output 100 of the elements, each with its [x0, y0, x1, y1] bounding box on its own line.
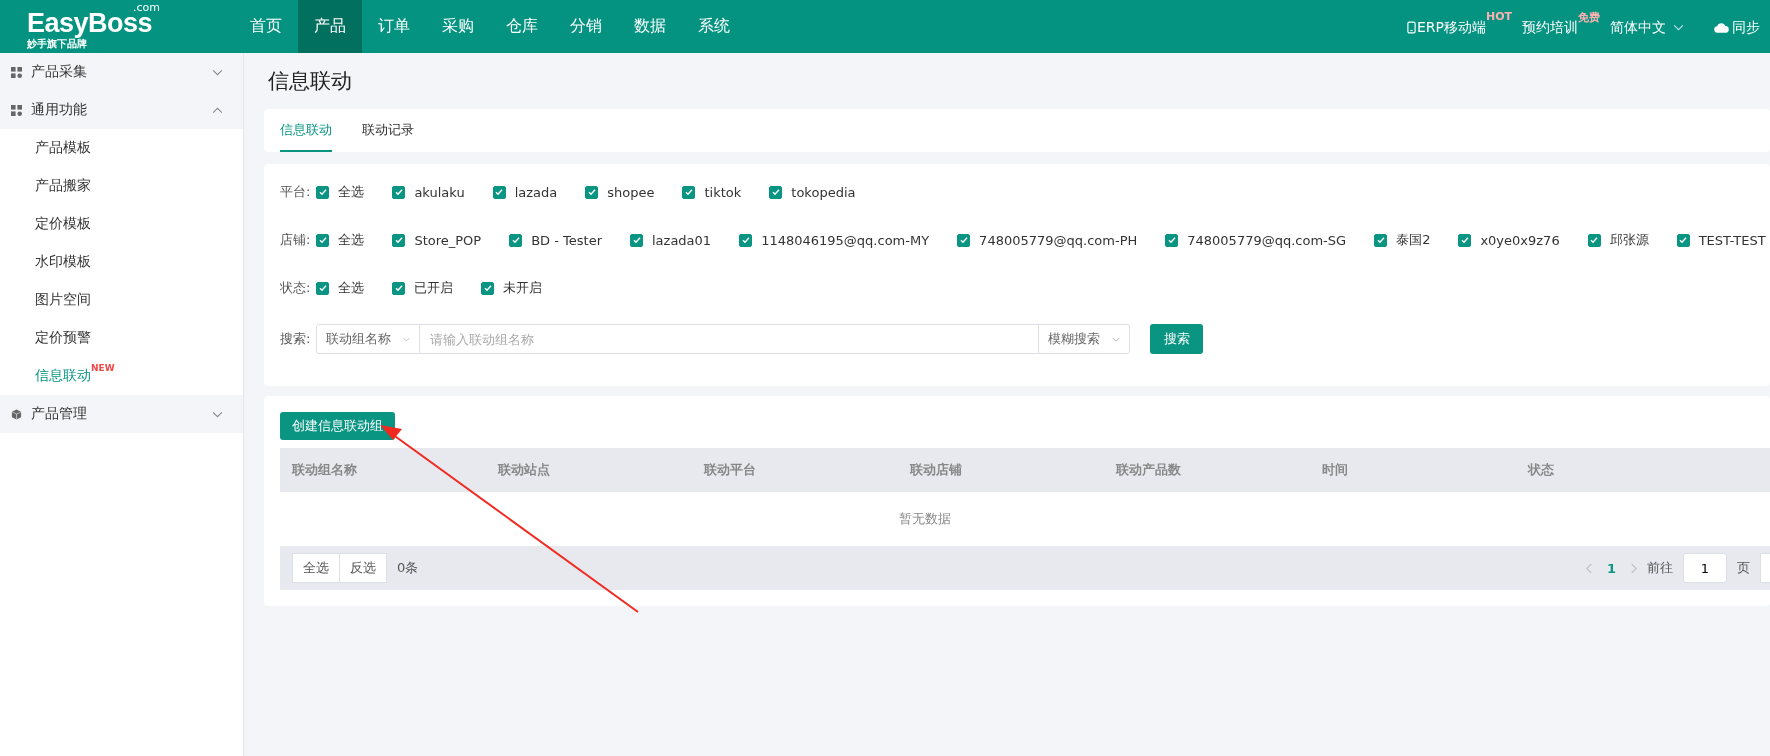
chevron-up-icon — [212, 106, 223, 114]
checkbox[interactable] — [1165, 233, 1179, 247]
option-label: 748005779@qq.com-PH — [979, 232, 1138, 248]
filter-label: 搜索: — [280, 330, 311, 348]
checkbox[interactable] — [509, 233, 523, 247]
nav-tab[interactable]: 产品 — [298, 0, 362, 53]
option-label: 未开启 — [503, 279, 543, 297]
option-label: TEST-TEST — [1698, 232, 1766, 248]
option-label: shopee — [607, 184, 655, 200]
option-label: x0ye0x9z76 — [1480, 232, 1560, 248]
invert-selection-button[interactable]: 反选 — [340, 553, 387, 583]
nav-tab[interactable]: 采购 — [426, 0, 490, 53]
filter-label: 店铺: — [280, 231, 311, 249]
option-label: 全选 — [338, 279, 365, 297]
nav-tab[interactable]: 订单 — [362, 0, 426, 53]
checkbox[interactable] — [1587, 233, 1601, 247]
column-header: 联动平台 — [704, 461, 757, 479]
sidebar-item[interactable]: 水印模板 — [35, 253, 91, 271]
filter-label: 平台: — [280, 183, 311, 201]
option-label: akulaku — [414, 184, 465, 200]
option-label: 1148046195@qq.com-MY — [761, 232, 930, 248]
page-number[interactable]: 1 — [1606, 560, 1616, 576]
select-all-button[interactable]: 全选 — [292, 553, 340, 583]
grid-icon — [11, 66, 22, 78]
sidebar-item[interactable]: 定价预警 — [35, 329, 91, 347]
option-label: lazada01 — [652, 232, 712, 248]
mobile-link[interactable]: ERP移动端 — [1416, 18, 1486, 37]
checkbox[interactable] — [769, 185, 783, 199]
column-header: 联动店铺 — [910, 461, 963, 479]
checkbox[interactable] — [492, 185, 506, 199]
checkbox[interactable] — [630, 233, 643, 247]
sidebar-item[interactable]: 图片空间 — [35, 291, 91, 309]
column-header: 联动站点 — [498, 461, 551, 479]
logo-suffix: .com — [133, 2, 160, 13]
tab[interactable]: 联动记录 — [362, 109, 414, 152]
checkbox[interactable] — [316, 233, 330, 247]
option-label: 泰国2 — [1396, 231, 1431, 249]
option-label: Store_POP — [414, 232, 482, 248]
sidebar-group[interactable]: 通用功能 — [0, 91, 243, 129]
new-label: NEW — [91, 363, 115, 373]
checkbox[interactable] — [957, 233, 971, 247]
option-label: 全选 — [338, 231, 365, 249]
filter-label: 状态: — [280, 279, 311, 297]
language-select[interactable]: 简体中文 — [1610, 18, 1666, 37]
logo[interactable]: .com EasyBoss 妙手旗下品牌 — [27, 4, 187, 49]
page-suffix: 页 — [1737, 559, 1750, 577]
nav-tab[interactable]: 系统 — [682, 0, 746, 53]
search-button[interactable]: 搜索 — [1150, 324, 1204, 354]
option-label: 已开启 — [414, 279, 454, 297]
option-label: lazada — [514, 184, 558, 200]
checkbox[interactable] — [682, 185, 696, 199]
free-label: 免费 — [1578, 9, 1600, 24]
checkbox[interactable] — [392, 281, 406, 295]
chevron-down-icon — [212, 68, 223, 76]
field-type-select[interactable]: 联动组名称 — [316, 324, 421, 354]
empty-message: 暂无数据 — [899, 510, 951, 528]
logo-text: EasyBoss — [27, 10, 153, 37]
search-mode-select[interactable]: 模糊搜索 — [1038, 324, 1131, 354]
checkbox[interactable] — [1676, 233, 1690, 247]
nav-tab[interactable]: 仓库 — [490, 0, 554, 53]
option-label: 748005779@qq.com-SG — [1187, 232, 1347, 248]
checkbox[interactable] — [392, 185, 406, 199]
cloud-icon — [1714, 21, 1729, 34]
sidebar-item[interactable]: 信息联动 — [35, 367, 91, 385]
checkbox[interactable] — [1458, 233, 1472, 247]
search-field[interactable]: 请输入联动组名称 — [420, 324, 1039, 354]
cube-icon — [11, 408, 22, 420]
grid-icon — [11, 104, 22, 116]
nav-tab[interactable]: 数据 — [618, 0, 682, 53]
checkbox[interactable] — [316, 185, 330, 199]
page-input[interactable]: 1 — [1683, 553, 1727, 583]
nav-tab[interactable]: 首页 — [234, 0, 298, 53]
checkbox[interactable] — [316, 281, 330, 295]
nav-tab[interactable]: 分销 — [554, 0, 618, 53]
checkbox[interactable] — [739, 233, 753, 247]
sidebar-group[interactable]: 产品采集 — [0, 53, 243, 91]
tab[interactable]: 信息联动 — [280, 109, 332, 152]
checkbox[interactable] — [1374, 233, 1388, 247]
option-label: tokopedia — [791, 184, 856, 200]
sidebar-group[interactable]: 产品管理 — [0, 395, 243, 433]
sync-link[interactable]: 同步 — [1732, 18, 1760, 37]
option-label: BD - Tester — [531, 232, 602, 248]
checkbox[interactable] — [481, 281, 495, 295]
chevron-down-icon — [403, 335, 411, 343]
logo-tagline: 妙手旗下品牌 — [27, 39, 88, 49]
column-header: 联动组名称 — [292, 461, 358, 479]
page-title: 信息联动 — [268, 68, 353, 95]
option-label: tiktok — [704, 184, 742, 200]
create-button[interactable]: 创建信息联动组 — [280, 412, 395, 440]
sidebar-item[interactable]: 产品搬家 — [35, 177, 91, 195]
sidebar-item[interactable]: 产品模板 — [35, 139, 91, 157]
checkbox[interactable] — [585, 185, 599, 199]
goto-label: 前往 — [1647, 559, 1673, 577]
training-link[interactable]: 预约培训 — [1522, 18, 1578, 37]
checkbox[interactable] — [392, 233, 406, 247]
sidebar-item[interactable]: 定价模板 — [35, 215, 91, 233]
option-label: 全选 — [338, 183, 365, 201]
chevron-down-icon — [1112, 335, 1121, 343]
column-header: 状态 — [1528, 461, 1555, 479]
hot-label: HOT — [1485, 9, 1512, 23]
